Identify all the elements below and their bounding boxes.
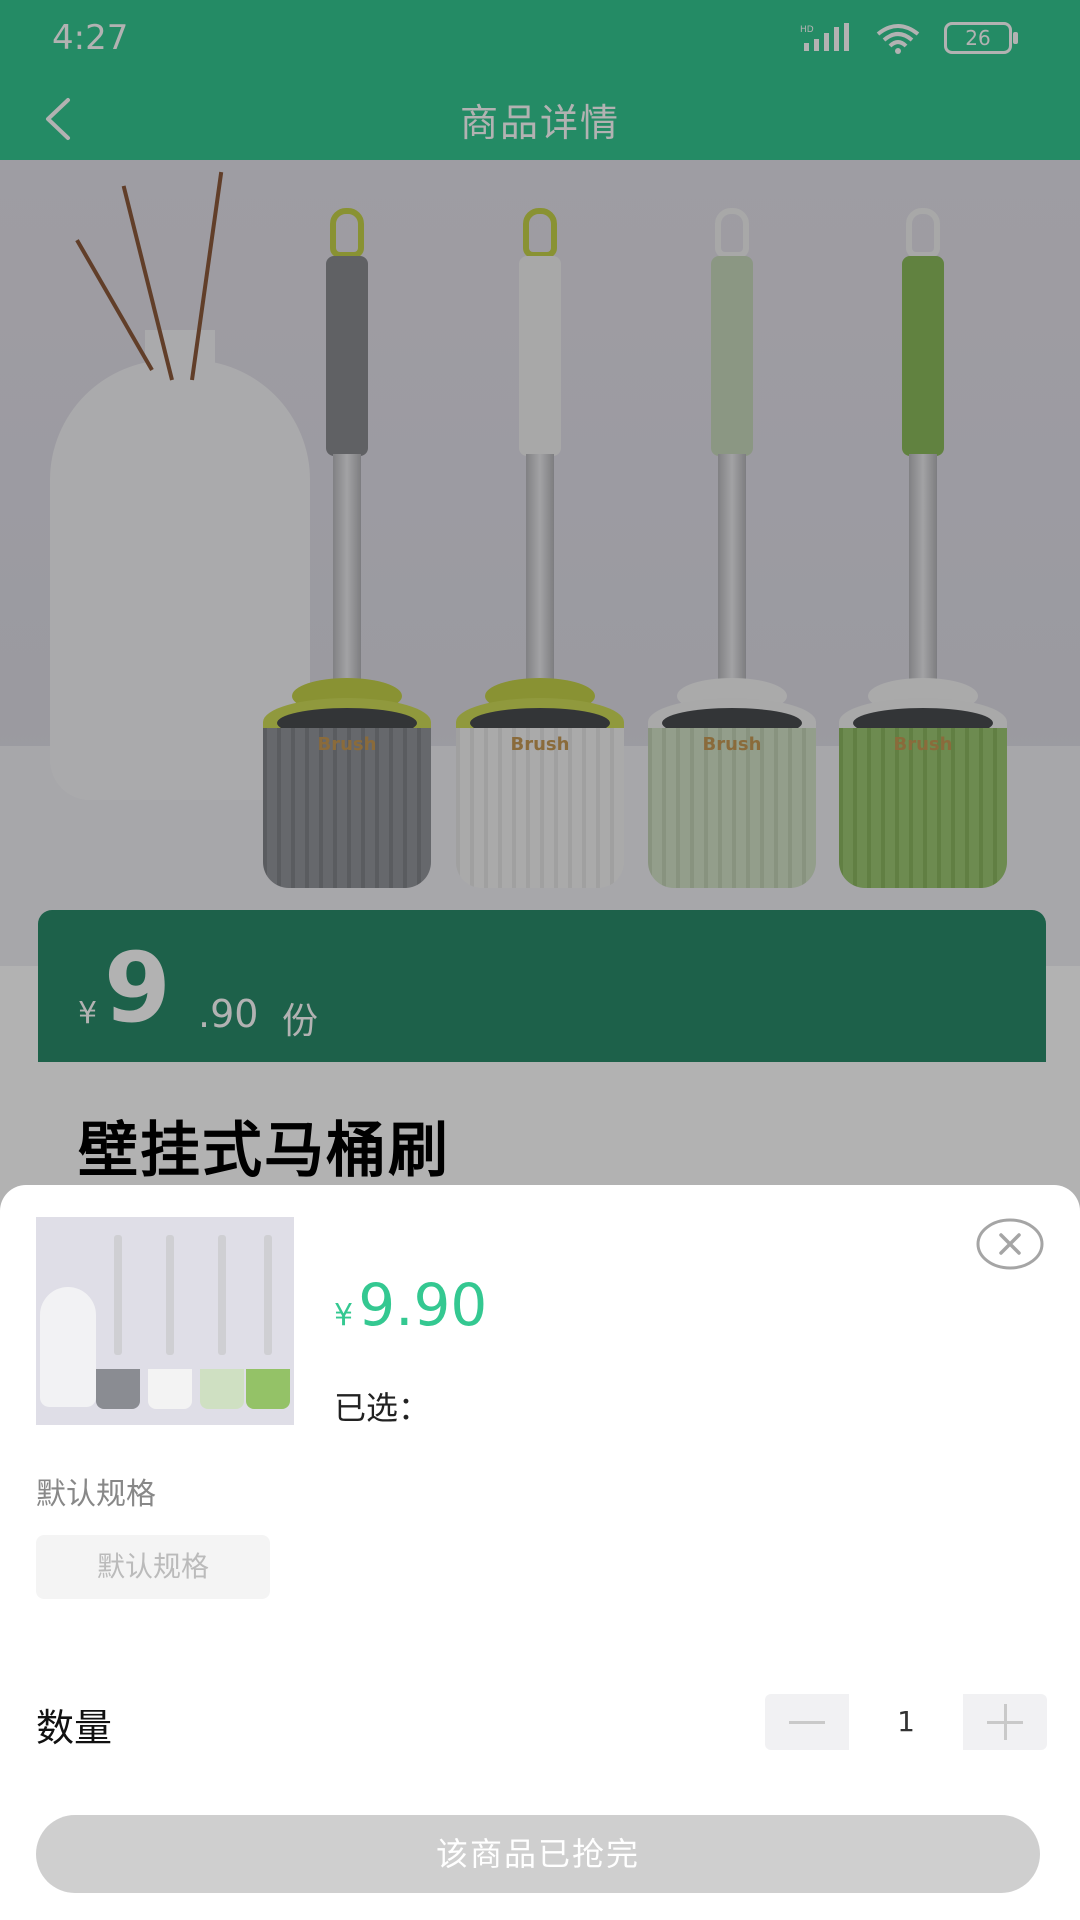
quantity-label: 数量 [36, 1706, 113, 1750]
increase-quantity-button[interactable] [963, 1694, 1047, 1750]
sheet-price-currency: ¥ [334, 1298, 354, 1333]
product-detail-screen: 4:27 HD 26 商品详情 Brush Brush Brush Brush … [0, 0, 1080, 1920]
quantity-stepper: 1 [765, 1694, 1047, 1750]
sold-out-button[interactable]: 该商品已抢完 [36, 1815, 1040, 1893]
decrease-quantity-button[interactable] [765, 1694, 849, 1750]
sheet-price: ¥ 9.90 [334, 1271, 487, 1339]
spec-option-default[interactable]: 默认规格 [36, 1535, 270, 1599]
spec-heading: 默认规格 [36, 1477, 156, 1512]
sheet-price-value: 9.90 [358, 1271, 488, 1339]
sku-bottom-sheet: ¥ 9.90 已选： 默认规格 默认规格 数量 1 该商品已抢完 [0, 1185, 1080, 1920]
quantity-value[interactable]: 1 [849, 1694, 963, 1750]
selected-label: 已选： [334, 1389, 431, 1427]
close-icon[interactable] [976, 1218, 1044, 1270]
product-thumbnail [36, 1217, 294, 1425]
